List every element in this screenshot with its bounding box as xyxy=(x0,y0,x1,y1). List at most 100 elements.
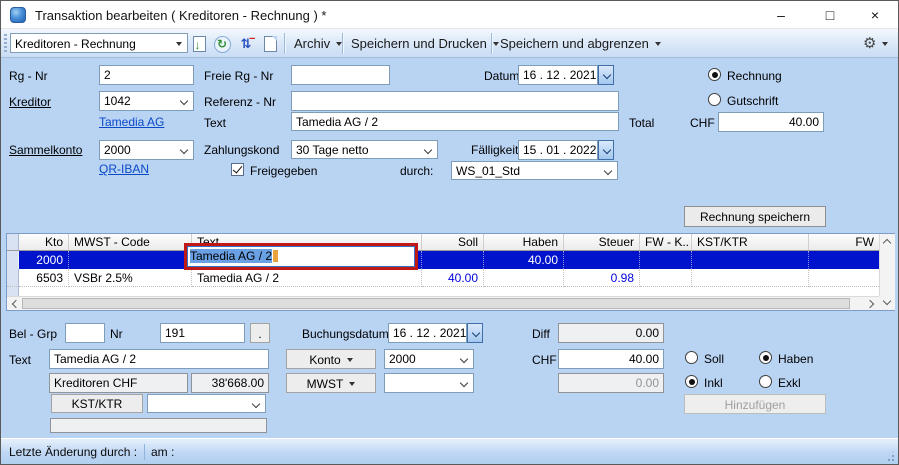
chevron-down-icon xyxy=(603,146,611,154)
scroll-down-button[interactable] xyxy=(881,296,893,308)
close-button[interactable]: × xyxy=(852,1,898,29)
refresh-icon: ↻ xyxy=(214,36,231,53)
col-kto[interactable]: Kto xyxy=(19,234,69,250)
import-button[interactable] xyxy=(190,35,208,53)
horizontal-scroll-thumb[interactable] xyxy=(22,298,850,309)
soll-radio[interactable] xyxy=(685,351,698,364)
faelligkeit-input[interactable]: 15 . 01 . 2022 xyxy=(518,140,598,160)
settings-menu[interactable]: ⚙ xyxy=(863,33,888,54)
table-row-selected[interactable]: 2000 40.00 xyxy=(7,251,879,269)
hinzufuegen-button[interactable]: Hinzufügen xyxy=(684,394,826,414)
chevron-down-icon xyxy=(604,167,612,175)
detail-text-input[interactable]: Tamedia AG / 2 xyxy=(49,349,269,369)
minimize-button[interactable]: – xyxy=(758,1,804,29)
nr-input[interactable]: 191 xyxy=(160,323,245,343)
import-icon xyxy=(193,36,206,52)
resize-grip[interactable] xyxy=(884,451,894,461)
chevron-down-icon xyxy=(424,146,432,154)
chevron-down-icon xyxy=(655,42,661,46)
col-soll[interactable]: Soll xyxy=(422,234,484,250)
col-mwst-code[interactable]: MWST - Code xyxy=(69,234,192,250)
col-kst-ktr[interactable]: KST/KTR xyxy=(692,234,809,250)
chf-label: CHF xyxy=(532,353,557,367)
sammelkonto-label[interactable]: Sammelkonto xyxy=(9,143,82,157)
konto-select[interactable]: 2000 xyxy=(384,349,474,369)
col-haben[interactable]: Haben xyxy=(484,234,564,250)
freie-rg-nr-label: Freie Rg - Nr xyxy=(204,69,273,83)
datum-dropdown-button[interactable] xyxy=(598,65,614,85)
cell-edit-input[interactable]: Tamedia AG / 2 xyxy=(187,246,415,267)
referenz-nr-input[interactable] xyxy=(291,91,619,111)
transaction-type-value: Kreditoren - Rechnung xyxy=(15,37,136,51)
kreditor-select[interactable]: 1042 xyxy=(99,91,194,111)
text-input[interactable]: Tamedia AG / 2 xyxy=(291,112,619,131)
new-document-button[interactable] xyxy=(261,35,279,53)
scroll-left-button[interactable] xyxy=(8,298,20,310)
transaction-type-select[interactable]: Kreditoren - Rechnung xyxy=(10,33,188,53)
rechnung-radio[interactable] xyxy=(708,68,721,81)
diff-label: Diff xyxy=(532,327,550,341)
buchungsdatum-dropdown-button[interactable] xyxy=(467,323,483,343)
inkl-radio[interactable] xyxy=(685,375,698,388)
buchungsdatum-label: Buchungsdatum xyxy=(302,327,389,341)
mwst-select[interactable] xyxy=(384,373,474,393)
datum-input[interactable]: 16 . 12 . 2021 xyxy=(518,65,598,85)
kst-ktr-select[interactable] xyxy=(147,394,266,413)
freigegeben-checkbox[interactable] xyxy=(231,163,244,176)
exkl-radio[interactable] xyxy=(759,375,772,388)
cell-mwst xyxy=(69,251,192,269)
diff-field: 0.00 xyxy=(558,323,664,343)
save-accrue-menu[interactable]: Speichern und abgrenzen xyxy=(496,33,665,54)
durch-select[interactable]: WS_01_Std xyxy=(451,161,618,180)
mwst-button[interactable]: MWST xyxy=(286,373,376,393)
chevron-down-icon xyxy=(472,329,480,337)
nr-label: Nr xyxy=(110,327,123,341)
save-print-menu[interactable]: Speichern und Drucken xyxy=(347,33,503,54)
row-header-cell xyxy=(7,251,19,269)
qr-iban-link[interactable]: QR-IBAN xyxy=(99,162,149,176)
col-fw[interactable]: FW xyxy=(809,234,879,250)
new-document-icon xyxy=(264,36,277,52)
cell-kto: 6503 xyxy=(19,269,69,287)
durch-value: WS_01_Std xyxy=(456,164,520,178)
kreditor-name-link[interactable]: Tamedia AG xyxy=(99,115,164,129)
maximize-button[interactable]: □ xyxy=(807,1,853,29)
scroll-right-button[interactable] xyxy=(865,298,877,310)
kreditor-label[interactable]: Kreditor xyxy=(9,95,51,109)
chf-input[interactable]: 40.00 xyxy=(558,349,664,369)
haben-radio[interactable] xyxy=(759,351,772,364)
sammelkonto-select[interactable]: 2000 xyxy=(99,140,194,160)
cell-edit-box[interactable]: Tamedia AG / 2 xyxy=(184,243,418,270)
dot-button[interactable]: . xyxy=(250,323,270,343)
col-fw-k[interactable]: FW - K.. xyxy=(640,234,692,250)
kst-ktr-button[interactable]: KST/KTR xyxy=(51,394,143,413)
scroll-up-button[interactable] xyxy=(881,235,893,247)
chevron-down-icon xyxy=(349,382,355,386)
archiv-menu[interactable]: Archiv xyxy=(290,33,346,54)
chevron-down-icon xyxy=(180,146,188,154)
freigegeben-label: Freigegeben xyxy=(250,164,317,178)
toolbar-grip[interactable] xyxy=(4,34,7,53)
vertical-scrollbar[interactable] xyxy=(879,234,895,296)
table-row[interactable]: 6503 VSBr 2.5% Tamedia AG / 2 40.00 0.98 xyxy=(7,269,879,287)
adjust-button[interactable]: ⇅− xyxy=(237,35,255,53)
gutschrift-radio[interactable] xyxy=(708,93,721,106)
rg-nr-input[interactable]: 2 xyxy=(99,65,194,85)
horizontal-scrollbar[interactable] xyxy=(7,296,879,310)
zahlungskond-select[interactable]: 30 Tage netto xyxy=(291,140,438,159)
freie-rg-nr-input[interactable] xyxy=(291,65,390,85)
cell-soll xyxy=(422,251,484,269)
table-row-empty[interactable] xyxy=(7,287,879,296)
faelligkeit-dropdown-button[interactable] xyxy=(598,140,614,160)
total-input[interactable]: 40.00 xyxy=(718,112,824,132)
refresh-button[interactable]: ↻ xyxy=(213,35,231,53)
booking-lines-table: Kto MWST - Code Text Soll Haben Steuer F… xyxy=(6,233,895,311)
col-steuer[interactable]: Steuer xyxy=(564,234,640,250)
rg-nr-label: Rg - Nr xyxy=(9,69,48,83)
konto-button[interactable]: Konto xyxy=(286,349,376,369)
save-invoice-button[interactable]: Rechnung speichern xyxy=(684,206,826,227)
archiv-menu-label: Archiv xyxy=(294,36,330,51)
bel-grp-input[interactable] xyxy=(65,323,105,343)
buchungsdatum-input[interactable]: 16 . 12 . 2021 xyxy=(388,323,467,343)
scrollbar-corner xyxy=(879,296,895,310)
